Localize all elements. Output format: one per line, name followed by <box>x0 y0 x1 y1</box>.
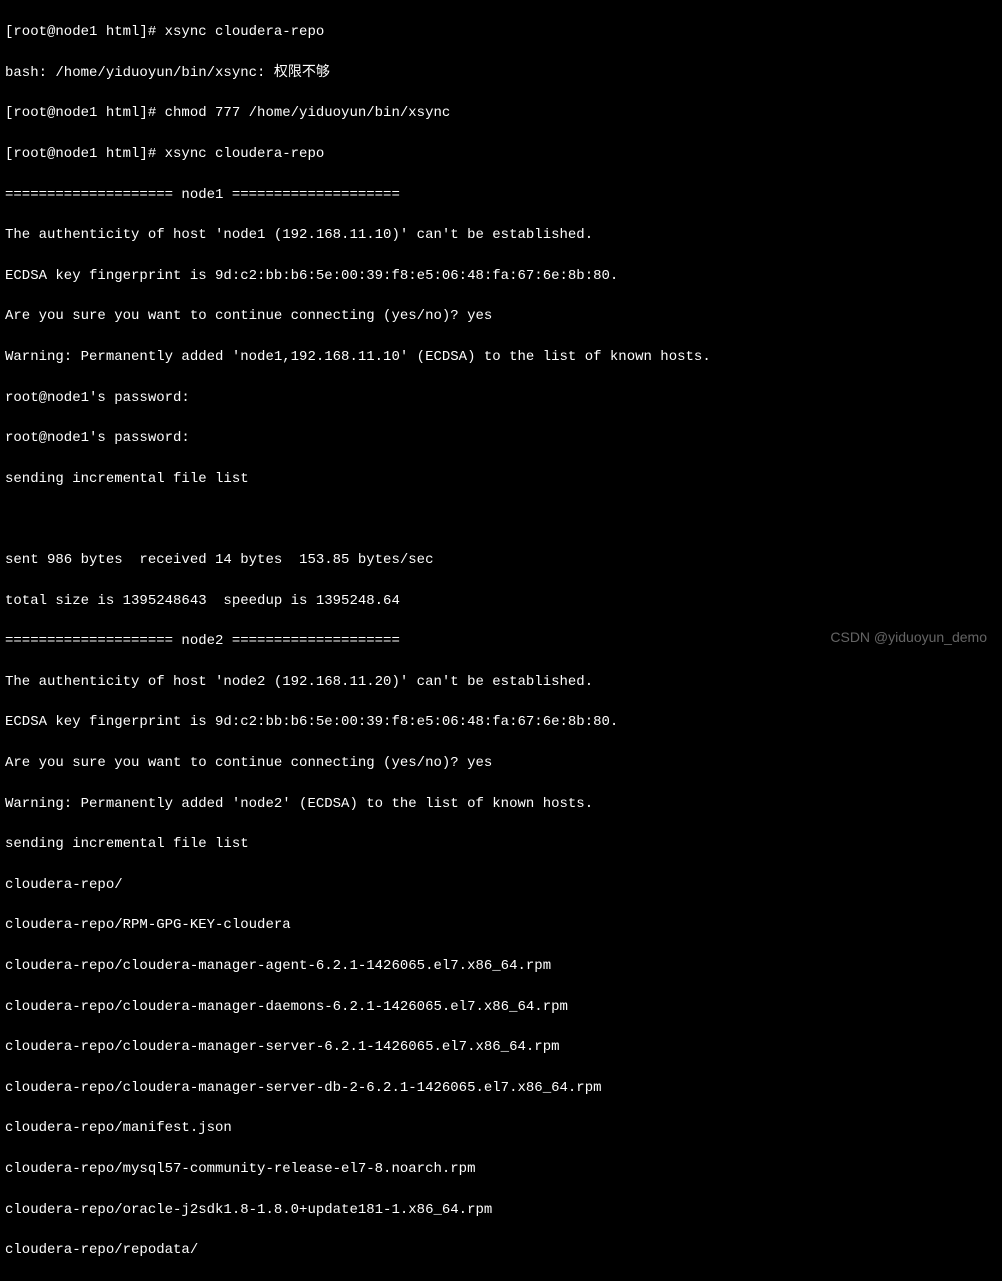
output-line: sent 986 bytes received 14 bytes 153.85 … <box>5 550 997 570</box>
output-line: Are you sure you want to continue connec… <box>5 306 997 326</box>
prompt-line: [root@node1 html]# xsync cloudera-repo <box>5 144 997 164</box>
output-line: bash: /home/yiduoyun/bin/xsync: 权限不够 <box>5 63 997 83</box>
output-line: cloudera-repo/repodata/ <box>5 1240 997 1260</box>
output-line: Are you sure you want to continue connec… <box>5 753 997 773</box>
output-line: Warning: Permanently added 'node2' (ECDS… <box>5 794 997 814</box>
output-line: cloudera-repo/oracle-j2sdk1.8-1.8.0+upda… <box>5 1200 997 1220</box>
output-line: The authenticity of host 'node2 (192.168… <box>5 672 997 692</box>
output-line: cloudera-repo/cloudera-manager-agent-6.2… <box>5 956 997 976</box>
output-line: ECDSA key fingerprint is 9d:c2:bb:b6:5e:… <box>5 712 997 732</box>
output-line: root@node1's password: <box>5 388 997 408</box>
output-line: root@node1's password: <box>5 428 997 448</box>
output-line: ECDSA key fingerprint is 9d:c2:bb:b6:5e:… <box>5 266 997 286</box>
output-line: Warning: Permanently added 'node1,192.16… <box>5 347 997 367</box>
prompt-line: [root@node1 html]# xsync cloudera-repo <box>5 22 997 42</box>
output-line: sending incremental file list <box>5 834 997 854</box>
output-line: The authenticity of host 'node1 (192.168… <box>5 225 997 245</box>
output-line: total size is 1395248643 speedup is 1395… <box>5 591 997 611</box>
output-line: cloudera-repo/cloudera-manager-server-db… <box>5 1078 997 1098</box>
output-line: cloudera-repo/RPM-GPG-KEY-cloudera <box>5 915 997 935</box>
output-line: cloudera-repo/mysql57-community-release-… <box>5 1159 997 1179</box>
separator-line: ==================== node1 =============… <box>5 185 997 205</box>
prompt-line: [root@node1 html]# chmod 777 /home/yiduo… <box>5 103 997 123</box>
output-line: cloudera-repo/manifest.json <box>5 1118 997 1138</box>
output-line: sending incremental file list <box>5 469 997 489</box>
watermark-text: CSDN @yiduoyun_demo <box>830 627 987 647</box>
blank-line <box>5 509 997 529</box>
output-line: cloudera-repo/ <box>5 875 997 895</box>
output-line: cloudera-repo/cloudera-manager-server-6.… <box>5 1037 997 1057</box>
output-line: cloudera-repo/cloudera-manager-daemons-6… <box>5 997 997 1017</box>
